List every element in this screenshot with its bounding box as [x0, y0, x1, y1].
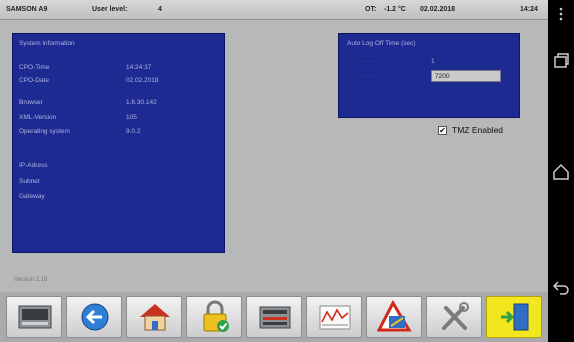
- device-name: SAMSON A9: [6, 6, 48, 13]
- tmz-checkbox[interactable]: ✔: [438, 125, 447, 135]
- home-nav-icon[interactable]: [552, 162, 570, 182]
- tmz-enabled-control[interactable]: ✔ TMZ Enabled: [438, 125, 503, 135]
- subnet-label: Subnet: [19, 178, 40, 185]
- xml-version-value: 105: [126, 114, 137, 121]
- back-nav-icon[interactable]: [552, 278, 570, 296]
- system-information-panel: System information CPO-Time 14:24:37 CPO…: [12, 33, 225, 253]
- user-level-label: User level:: [92, 6, 128, 13]
- exit-button[interactable]: [486, 296, 542, 338]
- overflow-menu-icon[interactable]: [552, 7, 570, 21]
- auto-logoff-title: Auto Log Off Time (sec): [347, 40, 416, 47]
- recent-apps-icon[interactable]: [552, 52, 570, 70]
- trend-chart-icon: [319, 305, 351, 330]
- logoff-row2-label: ···········: [357, 73, 381, 80]
- operating-system-value: 9.0.2: [126, 128, 141, 135]
- exit-door-icon: [501, 303, 529, 331]
- logoff-row1-label: ···········: [357, 58, 381, 65]
- alarm-button[interactable]: [366, 296, 422, 338]
- arrow-left-icon: [81, 303, 109, 331]
- settings-button[interactable]: [426, 296, 482, 338]
- hmi-screen: SAMSON A9 User level: 4 OT: -1.2 °C 02.0…: [0, 0, 548, 342]
- cpo-date-value: 02.02.2018: [126, 77, 159, 84]
- cpo-date-label: CPO-Date: [19, 77, 49, 84]
- outdoor-temp-label: OT:: [365, 6, 377, 13]
- cpo-time-value: 14:24:37: [126, 64, 152, 71]
- device-overview-button[interactable]: [6, 296, 62, 338]
- system-info-title: System information: [19, 40, 75, 47]
- header-time: 14:24: [520, 6, 538, 13]
- trend-button[interactable]: [306, 296, 362, 338]
- user-level-value: 4: [158, 6, 162, 13]
- logoff-timeout-field[interactable]: 7200: [431, 70, 501, 82]
- browser-label: Browser: [19, 99, 43, 106]
- padlock-icon: [203, 300, 229, 332]
- auto-logoff-panel: Auto Log Off Time (sec) ··········· 1 ··…: [338, 33, 520, 118]
- android-navigation-bar: [548, 0, 574, 342]
- tools-icon: [442, 302, 469, 330]
- warning-icon: [377, 300, 412, 332]
- browser-value: 1.6.30.142: [126, 99, 157, 106]
- outdoor-temp-value: -1.2 °C: [384, 6, 406, 13]
- house-icon: [140, 304, 170, 331]
- back-button[interactable]: [66, 296, 122, 338]
- io-list-button[interactable]: [246, 296, 302, 338]
- version-label: Version 2.10: [14, 277, 48, 283]
- gateway-label: Gateway: [19, 193, 45, 200]
- xml-version-label: XML-Version: [19, 114, 57, 121]
- bottom-toolbar: [0, 292, 548, 342]
- header-date: 02.02.2018: [420, 6, 456, 13]
- tmz-enabled-label: TMZ Enabled: [452, 125, 504, 135]
- cpo-time-label: CPO-Time: [19, 64, 50, 71]
- ip-address-label: IP-Adress: [19, 162, 48, 169]
- operating-system-label: Operating system: [19, 128, 70, 135]
- login-button[interactable]: [186, 296, 242, 338]
- controller-icon: [18, 305, 52, 329]
- io-module-icon: [259, 306, 291, 329]
- header-bar: SAMSON A9 User level: 4 OT: -1.2 °C 02.0…: [0, 0, 548, 20]
- logoff-row1-value: 1: [431, 58, 435, 65]
- home-button[interactable]: [126, 296, 182, 338]
